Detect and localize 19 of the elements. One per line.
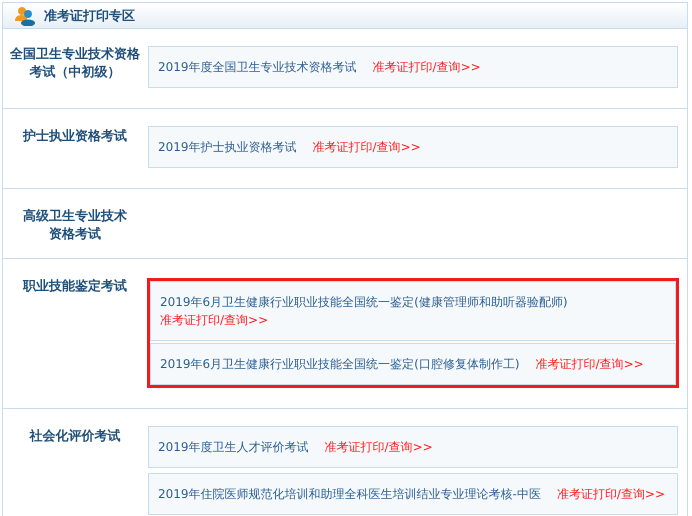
exam-name: 2019年度卫生人才评价考试: [158, 440, 309, 454]
print-link[interactable]: 准考证打印/查询>>: [536, 357, 644, 371]
exam-name: 2019年度全国卫生专业技术资格考试: [158, 60, 357, 74]
exam-name: 2019年6月卫生健康行业职业技能全国统一鉴定(健康管理师和助听器验配师): [160, 295, 568, 309]
section-title: 准考证打印专区: [44, 8, 135, 24]
print-link[interactable]: 准考证打印/查询>>: [160, 313, 268, 327]
category-label: 护士执业资格考试: [22, 128, 128, 146]
exam-name: 2019年6月卫生健康行业职业技能全国统一鉴定(口腔修复体制作工): [160, 357, 520, 371]
print-link[interactable]: 准考证打印/查询>>: [324, 440, 433, 454]
category-label: 社会化评价考试: [28, 428, 122, 446]
print-link[interactable]: 准考证打印/查询>>: [556, 487, 666, 501]
category-label: 高级卫生专业技术资格考试: [22, 208, 128, 238]
category-label: 职业技能鉴定考试: [22, 278, 128, 296]
exam-name: 2019年护士执业资格考试: [158, 140, 297, 154]
user-icon: [14, 6, 36, 26]
category-label: 全国卫生专业技术资格考试（中初级）: [9, 46, 141, 82]
print-link[interactable]: 准考证打印/查询>>: [372, 60, 481, 74]
print-link[interactable]: 准考证打印/查询>>: [312, 140, 421, 154]
exam-name: 2019年住院医师规范化培训和助理全科医生培训结业专业理论考核-中医: [158, 487, 541, 501]
